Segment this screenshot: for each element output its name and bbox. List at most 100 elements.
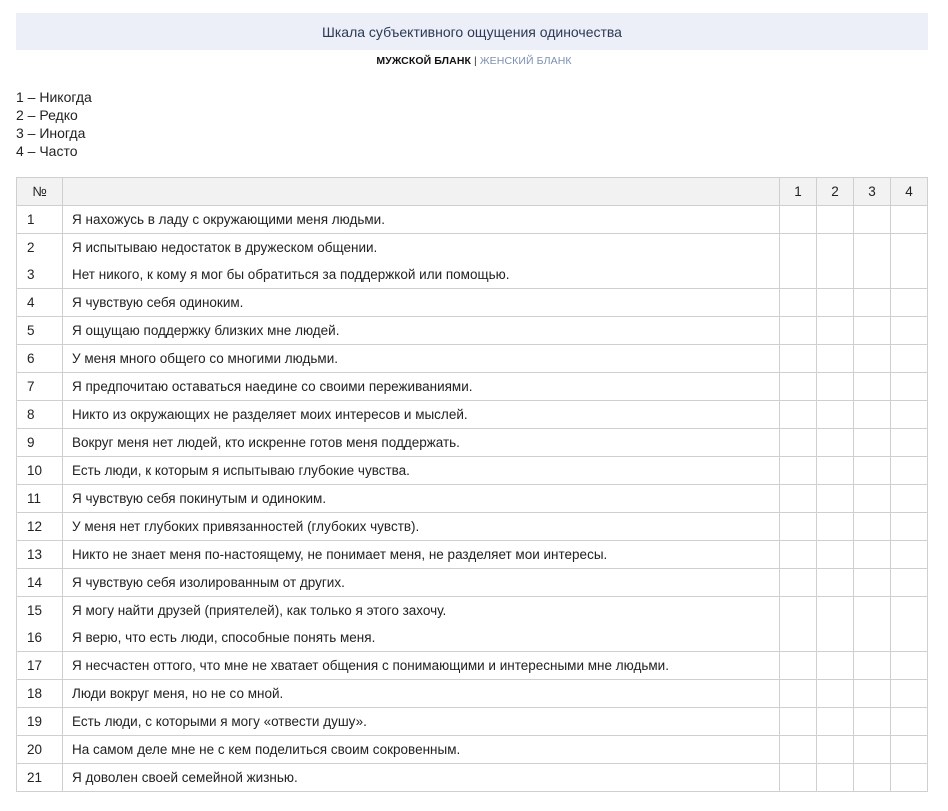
answer-cell-1[interactable] <box>779 540 817 569</box>
answer-cell-4[interactable] <box>890 568 928 597</box>
answer-cell-4[interactable] <box>890 428 928 457</box>
answer-cell-4[interactable] <box>890 400 928 429</box>
answer-cell-3[interactable] <box>853 596 891 624</box>
answer-cell-4[interactable] <box>890 344 928 373</box>
answer-cell-4[interactable] <box>890 624 928 652</box>
answer-cell-2[interactable] <box>816 624 854 652</box>
row-number: 4 <box>16 288 63 317</box>
row-statement: Я нахожусь в ладу с окружающими меня люд… <box>62 205 780 234</box>
answer-cell-2[interactable] <box>816 428 854 457</box>
row-number: 1 <box>16 205 63 234</box>
answer-cell-3[interactable] <box>853 205 891 234</box>
male-form-link[interactable]: МУЖСКОЙ БЛАНК <box>376 55 471 67</box>
answer-cell-1[interactable] <box>779 372 817 401</box>
answer-cell-2[interactable] <box>816 596 854 624</box>
answer-cell-2[interactable] <box>816 484 854 513</box>
answer-cell-3[interactable] <box>853 428 891 457</box>
answer-cell-1[interactable] <box>779 344 817 373</box>
table-row: 11 Я чувствую себя покинутым и одиноким. <box>16 484 928 513</box>
answer-cell-2[interactable] <box>816 679 854 708</box>
answer-cell-4[interactable] <box>890 261 928 289</box>
answer-cell-4[interactable] <box>890 288 928 317</box>
answer-cell-4[interactable] <box>890 372 928 401</box>
answer-cell-2[interactable] <box>816 316 854 345</box>
form-switch-separator: | <box>474 55 477 67</box>
answer-cell-4[interactable] <box>890 651 928 680</box>
answer-cell-1[interactable] <box>779 568 817 597</box>
answer-cell-1[interactable] <box>779 679 817 708</box>
answer-cell-4[interactable] <box>890 484 928 513</box>
answer-cell-2[interactable] <box>816 735 854 764</box>
answer-cell-1[interactable] <box>779 288 817 317</box>
answer-cell-1[interactable] <box>779 624 817 652</box>
answer-cell-1[interactable] <box>779 233 817 261</box>
answer-cell-1[interactable] <box>779 205 817 234</box>
row-statement: Есть люди, с которыми я могу «отвести ду… <box>62 707 780 736</box>
answer-cell-3[interactable] <box>853 233 891 261</box>
answer-cell-1[interactable] <box>779 763 817 792</box>
answer-cell-3[interactable] <box>853 763 891 792</box>
answer-cell-4[interactable] <box>890 233 928 261</box>
answer-cell-4[interactable] <box>890 596 928 624</box>
answer-cell-3[interactable] <box>853 316 891 345</box>
answer-cell-3[interactable] <box>853 400 891 429</box>
answer-cell-1[interactable] <box>779 651 817 680</box>
answer-cell-2[interactable] <box>816 763 854 792</box>
answer-cell-1[interactable] <box>779 261 817 289</box>
answer-legend: 1 – Никогда 2 – Редко 3 – Иногда 4 – Час… <box>16 88 92 160</box>
row-number: 18 <box>16 679 63 708</box>
legend-item: 2 – Редко <box>16 107 78 123</box>
answer-cell-3[interactable] <box>853 344 891 373</box>
answer-cell-3[interactable] <box>853 484 891 513</box>
answer-cell-4[interactable] <box>890 540 928 569</box>
answer-cell-1[interactable] <box>779 735 817 764</box>
answer-cell-1[interactable] <box>779 707 817 736</box>
answer-cell-3[interactable] <box>853 624 891 652</box>
answer-cell-2[interactable] <box>816 651 854 680</box>
answer-cell-3[interactable] <box>853 456 891 485</box>
answer-cell-3[interactable] <box>853 568 891 597</box>
answer-cell-4[interactable] <box>890 456 928 485</box>
answer-cell-4[interactable] <box>890 512 928 541</box>
answer-cell-1[interactable] <box>779 428 817 457</box>
answer-cell-2[interactable] <box>816 288 854 317</box>
answer-cell-4[interactable] <box>890 735 928 764</box>
answer-cell-2[interactable] <box>816 233 854 261</box>
answer-cell-4[interactable] <box>890 707 928 736</box>
answer-cell-3[interactable] <box>853 679 891 708</box>
answer-cell-4[interactable] <box>890 316 928 345</box>
answer-cell-3[interactable] <box>853 512 891 541</box>
answer-cell-3[interactable] <box>853 288 891 317</box>
answer-cell-1[interactable] <box>779 596 817 624</box>
answer-cell-4[interactable] <box>890 763 928 792</box>
answer-cell-2[interactable] <box>816 540 854 569</box>
answer-cell-2[interactable] <box>816 205 854 234</box>
answer-cell-4[interactable] <box>890 205 928 234</box>
answer-cell-1[interactable] <box>779 456 817 485</box>
answer-cell-1[interactable] <box>779 400 817 429</box>
answer-cell-3[interactable] <box>853 261 891 289</box>
answer-cell-3[interactable] <box>853 372 891 401</box>
female-form-link[interactable]: ЖЕНСКИЙ БЛАНК <box>480 55 572 67</box>
answer-cell-2[interactable] <box>816 512 854 541</box>
answer-cell-2[interactable] <box>816 372 854 401</box>
answer-cell-1[interactable] <box>779 316 817 345</box>
answer-cell-2[interactable] <box>816 400 854 429</box>
row-number: 14 <box>16 568 63 597</box>
answer-cell-2[interactable] <box>816 344 854 373</box>
answer-cell-2[interactable] <box>816 568 854 597</box>
answer-cell-1[interactable] <box>779 484 817 513</box>
table-row: 8 Никто из окружающих не разделяет моих и… <box>16 400 928 429</box>
header-statement <box>62 177 780 206</box>
row-statement: Я верю, что есть люди, способные понять … <box>62 624 780 652</box>
answer-cell-3[interactable] <box>853 735 891 764</box>
answer-cell-3[interactable] <box>853 707 891 736</box>
answer-cell-4[interactable] <box>890 679 928 708</box>
answer-cell-1[interactable] <box>779 512 817 541</box>
row-statement: Я несчастен оттого, что мне не хватает о… <box>62 651 780 680</box>
answer-cell-2[interactable] <box>816 456 854 485</box>
answer-cell-3[interactable] <box>853 540 891 569</box>
answer-cell-3[interactable] <box>853 651 891 680</box>
answer-cell-2[interactable] <box>816 707 854 736</box>
answer-cell-2[interactable] <box>816 261 854 289</box>
